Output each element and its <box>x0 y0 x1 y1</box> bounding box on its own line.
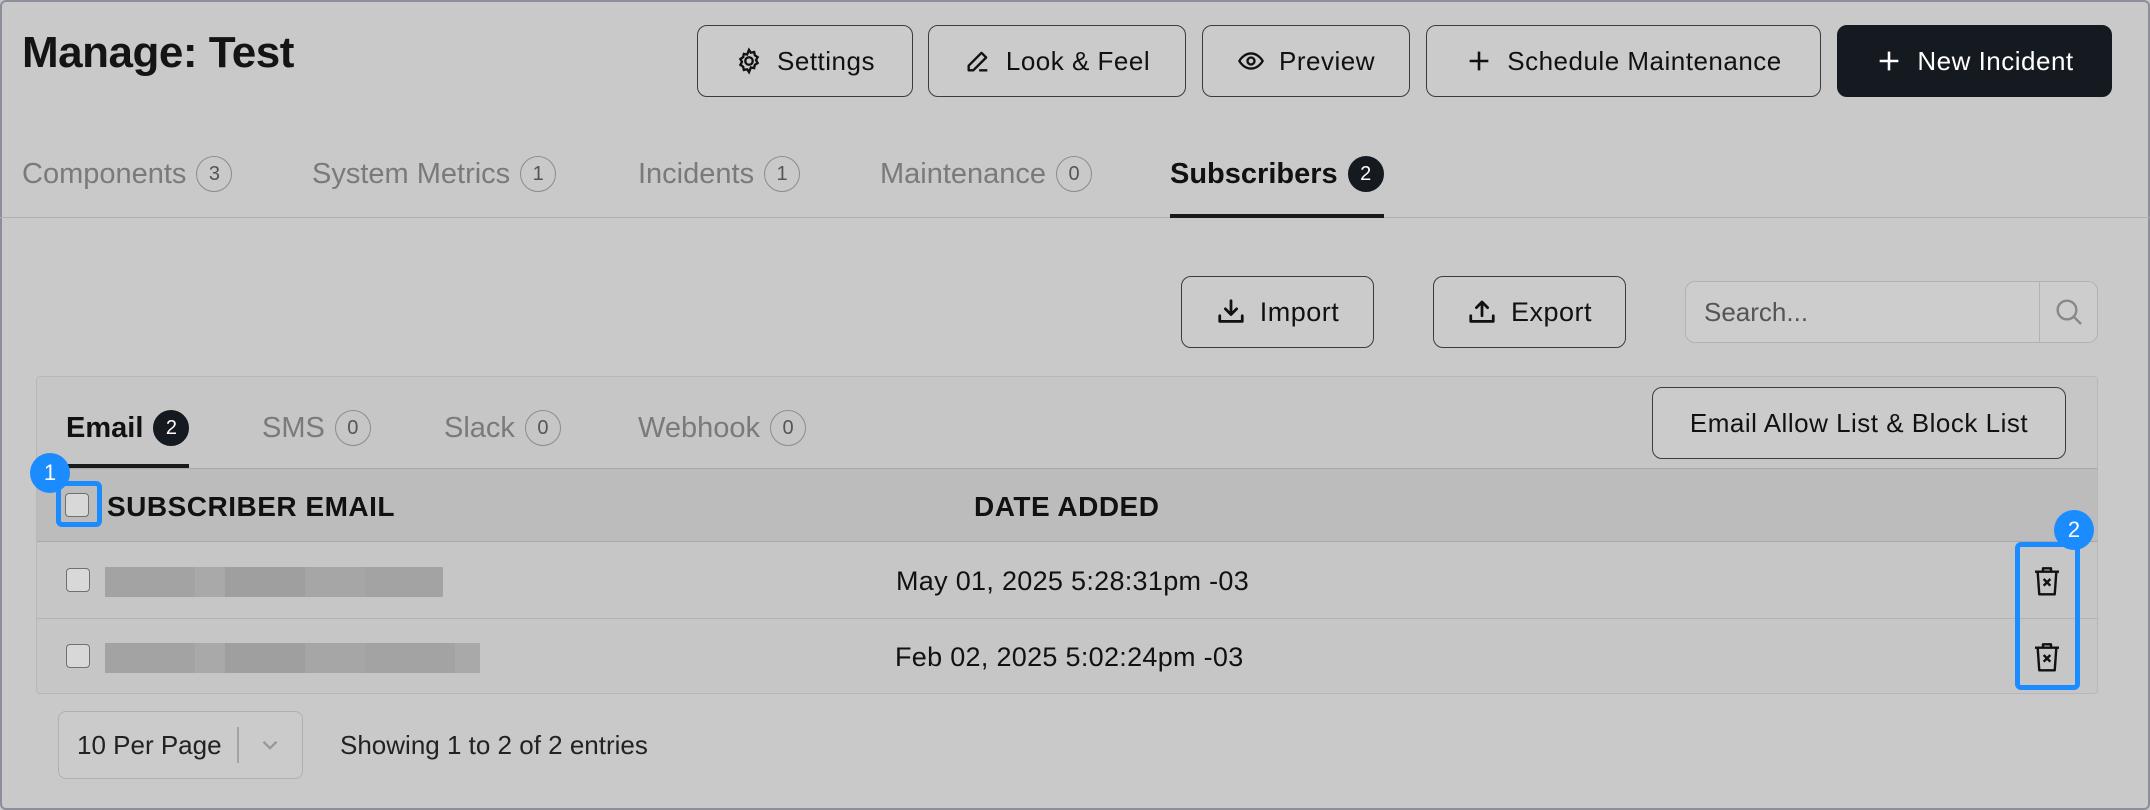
count-badge: 2 <box>1347 156 1384 192</box>
tab-system-metrics[interactable]: System Metrics 1 <box>312 156 557 218</box>
annotation-marker-1: 1 <box>30 453 70 493</box>
redacted-email <box>105 567 443 597</box>
subtab-label: SMS <box>262 412 325 444</box>
search-input[interactable] <box>1686 282 2039 342</box>
subtab-sms[interactable]: SMS 0 <box>262 410 371 468</box>
tab-maintenance[interactable]: Maintenance 0 <box>880 156 1093 218</box>
schedule-maintenance-label: Schedule Maintenance <box>1507 45 1782 76</box>
export-label: Export <box>1510 296 1593 327</box>
subtab-label: Email <box>66 412 144 444</box>
tab-label: Incidents <box>638 158 755 190</box>
settings-label: Settings <box>777 45 875 76</box>
import-label: Import <box>1259 296 1340 327</box>
page-title: Manage: Test <box>22 28 294 77</box>
tab-label: Maintenance <box>880 158 1047 190</box>
count-badge: 0 <box>524 410 561 446</box>
new-incident-button[interactable]: New Incident <box>1837 25 2112 97</box>
count-badge: 0 <box>770 410 806 446</box>
plus-icon <box>1880 51 1899 71</box>
count-badge: 1 <box>520 156 557 192</box>
new-incident-label: New Incident <box>1917 45 2074 76</box>
table-row: Feb 02, 2025 5:02:24pm -03 <box>37 619 2097 695</box>
per-page-select[interactable]: 10 Per Page <box>58 711 303 779</box>
date-added: May 01, 2025 5:28:31pm -03 <box>896 566 1250 596</box>
dropdown-toggle[interactable] <box>239 732 303 758</box>
per-page-value: 10 Per Page <box>77 729 222 760</box>
table-row: May 01, 2025 5:28:31pm -03 <box>37 543 2097 619</box>
allow-block-list-button[interactable]: Email Allow List & Block List <box>1652 387 2066 459</box>
row-checkbox[interactable] <box>66 644 90 668</box>
plus-icon <box>1469 51 1489 71</box>
subtab-slack[interactable]: Slack 0 <box>444 410 561 468</box>
redacted-email <box>105 643 480 673</box>
export-button[interactable]: Export <box>1433 276 1626 348</box>
chevron-down-icon <box>262 740 278 750</box>
tab-incidents[interactable]: Incidents 1 <box>638 156 801 218</box>
search-box <box>1685 281 2098 343</box>
settings-button[interactable]: Settings <box>697 25 913 97</box>
tab-subscribers[interactable]: Subscribers 2 <box>1170 156 1384 218</box>
preview-label: Preview <box>1279 45 1375 76</box>
highlight-box-delete <box>2015 542 2080 690</box>
entries-summary: Showing 1 to 2 of 2 entries <box>340 730 648 760</box>
date-added: Feb 02, 2025 5:02:24pm -03 <box>895 642 1244 672</box>
count-badge: 0 <box>1056 156 1093 192</box>
count-badge: 2 <box>153 410 190 446</box>
look-and-feel-label: Look & Feel <box>1005 45 1151 76</box>
tab-label: Components <box>22 158 187 190</box>
pencil-icon <box>967 51 988 72</box>
tab-components[interactable]: Components 3 <box>22 156 233 218</box>
column-header-date: DATE ADDED <box>974 491 1160 522</box>
gear-icon <box>738 47 760 75</box>
tab-label: System Metrics <box>312 158 511 190</box>
annotation-marker-2: 2 <box>2054 510 2094 550</box>
count-badge: 0 <box>334 410 371 446</box>
import-button[interactable]: Import <box>1181 276 1374 348</box>
count-badge: 1 <box>764 156 801 192</box>
look-and-feel-button[interactable]: Look & Feel <box>928 25 1186 97</box>
download-icon <box>1218 299 1244 323</box>
schedule-maintenance-button[interactable]: Schedule Maintenance <box>1426 25 1821 97</box>
eye-icon <box>1238 52 1264 70</box>
count-badge: 3 <box>196 156 233 192</box>
subtab-webhook[interactable]: Webhook 0 <box>638 410 806 468</box>
preview-button[interactable]: Preview <box>1202 25 1410 97</box>
table-header: SUBSCRIBER EMAIL DATE ADDED <box>37 468 2097 542</box>
search-icon <box>2055 299 2082 325</box>
main-tabs: Components 3 System Metrics 1 Incidents … <box>0 150 2150 218</box>
subtab-label: Slack <box>444 412 515 444</box>
row-checkbox[interactable] <box>66 568 90 592</box>
tab-label: Subscribers <box>1170 158 1338 190</box>
column-header-email: SUBSCRIBER EMAIL <box>107 491 396 522</box>
upload-icon <box>1469 300 1495 323</box>
search-button[interactable] <box>2039 282 2097 342</box>
subtab-email[interactable]: Email 2 <box>66 410 190 468</box>
subtab-label: Webhook <box>638 412 760 444</box>
